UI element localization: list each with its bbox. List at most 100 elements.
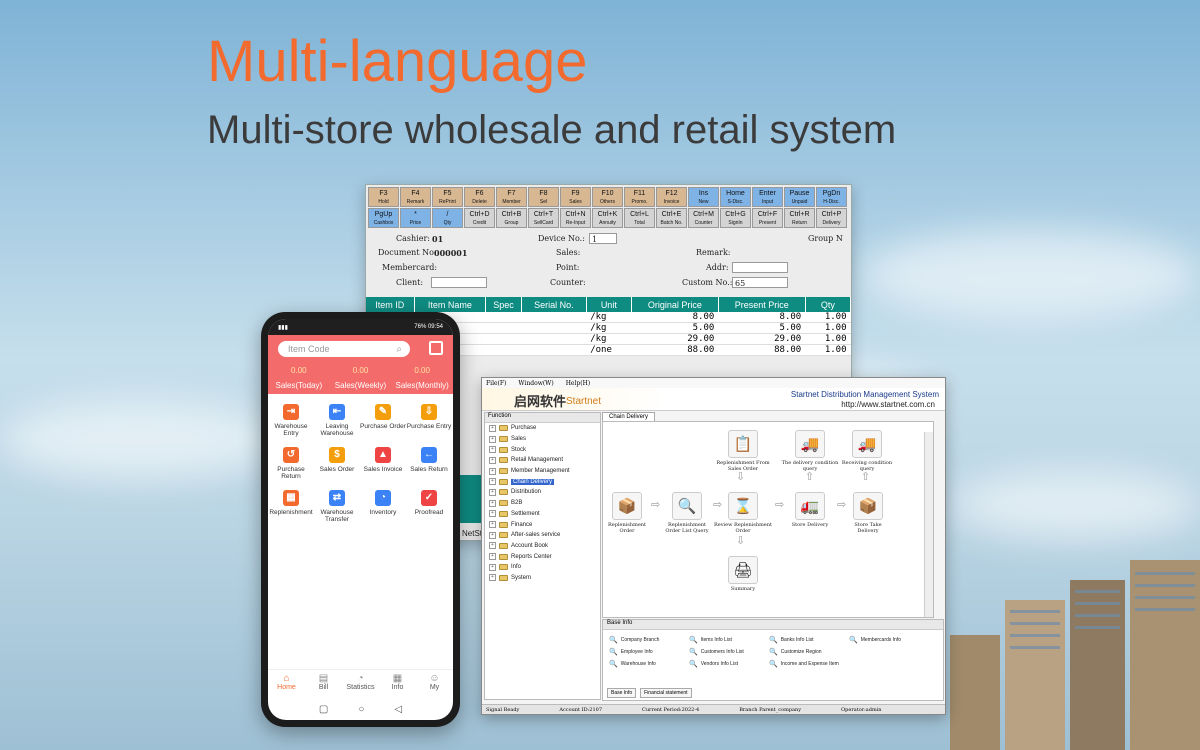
expand-icon[interactable]: + (489, 542, 496, 550)
expand-icon[interactable]: + (489, 521, 496, 529)
expand-icon[interactable]: + (489, 510, 496, 518)
tree-item[interactable]: + Finance (485, 519, 600, 530)
tree-item[interactable]: + Purchase (485, 423, 600, 434)
stat-cell[interactable]: 0.00 Sales(Today) (268, 366, 330, 390)
fkey-button[interactable]: Ctrl+P Delivery (816, 208, 847, 228)
fkey-button[interactable]: Ctrl+B Group (496, 208, 527, 228)
menu-item[interactable]: Help(H) (566, 380, 590, 387)
flow-store-take-delivery[interactable]: 📦 Store Take Delivery (845, 492, 891, 534)
scan-icon[interactable] (429, 341, 443, 355)
client-field[interactable] (431, 277, 487, 288)
base-info-link[interactable]: 🔍 Income and Expense Item (769, 660, 849, 668)
flow-replenishment-order[interactable]: 📦 Replenishment Order (607, 492, 647, 534)
base-info-link[interactable]: 🔍 Items Info List (689, 636, 769, 644)
tab-statistics[interactable]: ◔ Statistics (342, 670, 379, 698)
stat-cell[interactable]: 0.00 Sales(Monthly) (391, 366, 453, 390)
column-header[interactable]: Unit (586, 297, 632, 312)
fkey-button[interactable]: Home S-Disc. (720, 187, 751, 207)
menu-item[interactable]: File(F) (486, 380, 506, 387)
expand-icon[interactable]: + (489, 424, 496, 432)
tree-item[interactable]: + Retail Management (485, 455, 600, 466)
fkey-button[interactable]: F5 RePrint (432, 187, 463, 207)
function-tile[interactable]: ← Sales Return (406, 447, 452, 480)
expand-icon[interactable]: + (489, 531, 496, 539)
fkey-button[interactable]: F4 Remark (400, 187, 431, 207)
base-info-link[interactable]: 🔍 Warehouse Info (609, 660, 689, 668)
column-header[interactable]: Serial No. (521, 297, 587, 312)
fkey-button[interactable]: Pause Unpaid (784, 187, 815, 207)
base-info-link[interactable]: 🔍 Customers Info List (689, 648, 769, 656)
flow-store-delivery[interactable]: 🚛 Store Delivery (785, 492, 835, 528)
base-info-link[interactable]: 🔍 Membercards Info (849, 636, 929, 644)
function-tile[interactable]: ✎ Purchase Order (360, 404, 406, 437)
function-tile[interactable]: ↺ Purchase Return (268, 447, 314, 480)
fkey-button[interactable]: Enter Input (752, 187, 783, 207)
tree-item[interactable]: + Chain Delivery (485, 476, 600, 487)
column-header[interactable]: Original Price (631, 297, 719, 312)
fkey-button[interactable]: F8 Sel (528, 187, 559, 207)
menu-item[interactable]: Window(W) (518, 380, 553, 387)
app-url[interactable]: http://www.startnet.com.cn (841, 400, 935, 409)
fkey-button[interactable]: PgDn H-Disc. (816, 187, 847, 207)
flow-from-sales-order[interactable]: 📋 Replenishment From Sales Order (713, 430, 773, 472)
flow-list-query[interactable]: 🔍 Replenishment Order List Query (665, 492, 709, 534)
function-tile[interactable]: ◔ Inventory (360, 490, 406, 523)
tree-item[interactable]: + Distribution (485, 487, 600, 498)
function-tile[interactable]: ▦ Replenishment (268, 490, 314, 523)
function-tile[interactable]: ✓ Proofread (406, 490, 452, 523)
bottom-tab[interactable]: Base Info (607, 688, 637, 698)
expand-icon[interactable]: + (489, 456, 496, 464)
fkey-button[interactable]: Ctrl+D Credit (464, 208, 495, 228)
fkey-button[interactable]: Ctrl+E Batch No. (656, 208, 687, 228)
back-icon[interactable]: ◁ (394, 704, 402, 715)
device-select[interactable]: 1 (589, 233, 617, 244)
expand-icon[interactable]: + (489, 467, 496, 475)
recent-apps-icon[interactable]: ▢ (319, 704, 328, 715)
stat-cell[interactable]: 0.00 Sales(Weekly) (330, 366, 392, 390)
base-info-link[interactable]: 🔍 Vendors Info List (689, 660, 769, 668)
tree-item[interactable]: + System (485, 573, 600, 584)
flow-delivery-query[interactable]: 🚚 The delivery condition query (781, 430, 839, 472)
function-tile[interactable]: ▲ Sales Invoice (360, 447, 406, 480)
fkey-button[interactable]: F10 Others (592, 187, 623, 207)
fkey-button[interactable]: F11 Promo. (624, 187, 655, 207)
expand-icon[interactable]: + (489, 563, 496, 571)
fkey-button[interactable]: Ctrl+M Counter (688, 208, 719, 228)
function-tile[interactable]: $ Sales Order (314, 447, 360, 480)
fkey-button[interactable]: F7 Member (496, 187, 527, 207)
tree-item[interactable]: + Stock (485, 444, 600, 455)
search-icon[interactable]: ⌕ (396, 342, 402, 358)
base-info-link[interactable]: 🔍 Company Branch (609, 636, 689, 644)
expand-icon[interactable]: + (489, 488, 496, 496)
item-code-search[interactable]: Item Code ⌕ (278, 341, 410, 357)
base-info-link[interactable]: 🔍 Customize Region (769, 648, 849, 656)
fkey-button[interactable]: F6 Delete (464, 187, 495, 207)
flow-summary[interactable]: 🖨 Summary (719, 556, 767, 592)
vertical-scrollbar[interactable] (924, 432, 933, 617)
bottom-tab[interactable]: Financial statement (640, 688, 692, 698)
fkey-button[interactable]: Ctrl+N Re-Input (560, 208, 591, 228)
flow-receiving-query[interactable]: 🚚 Receiving condition query (839, 430, 895, 472)
fkey-button[interactable]: Ctrl+T SellCard (528, 208, 559, 228)
fkey-button[interactable]: F12 Invoice (656, 187, 687, 207)
base-info-link[interactable]: 🔍 Employee Info (609, 648, 689, 656)
expand-icon[interactable]: + (489, 574, 496, 582)
fkey-button[interactable]: F9 Sales (560, 187, 591, 207)
fkey-button[interactable]: Ctrl+K Annuity (592, 208, 623, 228)
tree-item[interactable]: + After-sales service (485, 530, 600, 541)
expand-icon[interactable]: + (489, 435, 496, 443)
column-header[interactable]: Item ID (366, 297, 415, 312)
fkey-button[interactable]: F3 Hold (368, 187, 399, 207)
tab-bill[interactable]: ▤ Bill (305, 670, 342, 698)
expand-icon[interactable]: + (489, 499, 496, 507)
column-header[interactable]: Spec (485, 297, 522, 312)
tree-item[interactable]: + Settlement (485, 509, 600, 520)
tab-home[interactable]: ⌂ Home (268, 670, 305, 698)
fkey-button[interactable]: Ctrl+R Return (784, 208, 815, 228)
column-header[interactable]: Present Price (718, 297, 806, 312)
fkey-button[interactable]: * Price (400, 208, 431, 228)
expand-icon[interactable]: + (489, 478, 496, 486)
addr-field[interactable] (732, 262, 788, 273)
expand-icon[interactable]: + (489, 446, 496, 454)
function-tile[interactable]: ⇥ Warehouse Entry (268, 404, 314, 437)
